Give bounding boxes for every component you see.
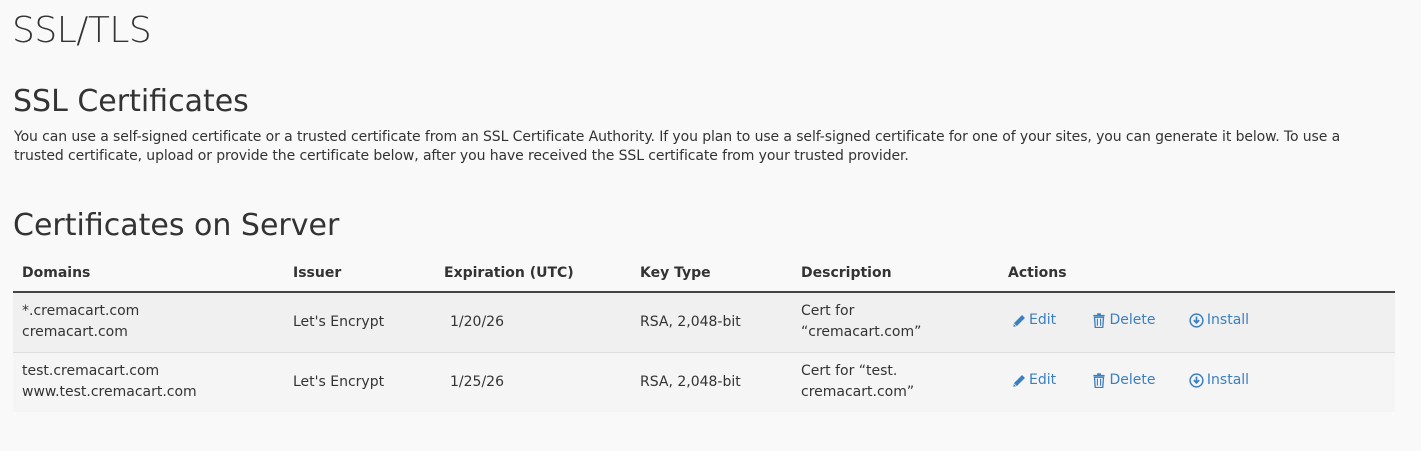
domains-cell: *.cremacart.com cremacart.com	[13, 292, 284, 352]
delete-label: Delete	[1109, 311, 1156, 328]
key-type-cell: RSA, 2,048-bit	[640, 373, 741, 390]
edit-label: Edit	[1029, 312, 1057, 329]
install-button[interactable]: Install	[1189, 370, 1249, 391]
download-circle-icon	[1189, 313, 1204, 328]
table-header-row: Domains Issuer Expiration (UTC) Key Type…	[13, 255, 1395, 293]
page-title: SSL/TLS	[12, 10, 152, 51]
description-line: cremacart.com”	[801, 384, 915, 401]
column-header-issuer[interactable]: Issuer	[284, 255, 435, 293]
key-type-cell: RSA, 2,048-bit	[640, 313, 741, 330]
column-header-description[interactable]: Description	[792, 255, 999, 293]
description-cell: Cert for “cremacart.com”	[792, 292, 999, 352]
pencil-icon	[1013, 314, 1025, 327]
pencil-icon	[1013, 374, 1025, 387]
column-header-key-type[interactable]: Key Type	[631, 255, 792, 293]
domain-name: *.cremacart.com	[22, 303, 140, 320]
delete-button[interactable]: Delete	[1092, 310, 1184, 331]
edit-button[interactable]: Edit	[1012, 310, 1088, 331]
table-row: *.cremacart.com cremacart.com Let's Encr…	[13, 292, 1395, 352]
download-circle-icon	[1189, 373, 1204, 388]
domain-name: www.test.cremacart.com	[22, 384, 197, 401]
trash-icon	[1093, 373, 1106, 388]
expiration-cell: 1/20/26	[435, 292, 631, 352]
domain-name: test.cremacart.com	[22, 363, 160, 380]
column-header-domains[interactable]: Domains	[13, 255, 284, 293]
issuer-cell: Let's Encrypt	[293, 373, 385, 390]
trash-icon	[1093, 313, 1106, 328]
expiration-date: 1/25/26	[450, 373, 504, 390]
issuer-cell: Let's Encrypt	[293, 313, 385, 330]
column-header-actions: Actions	[999, 255, 1395, 293]
install-button[interactable]: Install	[1189, 310, 1249, 331]
edit-label: Edit	[1029, 372, 1057, 389]
description-line: Cert for “test.	[801, 363, 898, 380]
ssl-certificates-heading: SSL Certificates	[13, 84, 249, 119]
domain-name: cremacart.com	[22, 324, 128, 341]
install-label: Install	[1206, 371, 1250, 388]
description-line: “cremacart.com”	[801, 324, 922, 341]
expiration-cell: 1/25/26	[435, 352, 631, 412]
certificates-on-server-heading: Certificates on Server	[13, 208, 340, 243]
certificates-table: Domains Issuer Expiration (UTC) Key Type…	[13, 255, 1395, 412]
column-header-expiration[interactable]: Expiration (UTC)	[435, 255, 631, 293]
delete-label: Delete	[1109, 371, 1156, 388]
description-line: Cert for	[801, 303, 855, 320]
expiration-date: 1/20/26	[450, 313, 504, 330]
edit-button[interactable]: Edit	[1012, 370, 1088, 391]
domains-cell: test.cremacart.com www.test.cremacart.co…	[13, 352, 284, 412]
table-row: test.cremacart.com www.test.cremacart.co…	[13, 352, 1395, 412]
delete-button[interactable]: Delete	[1092, 370, 1184, 391]
description-cell: Cert for “test. cremacart.com”	[792, 352, 999, 412]
install-label: Install	[1206, 311, 1250, 328]
ssl-certificates-description: You can use a self-signed certificate or…	[14, 129, 1341, 164]
actions-cell: Edit Delete Install	[999, 352, 1395, 412]
actions-cell: Edit Delete Install	[999, 292, 1395, 352]
